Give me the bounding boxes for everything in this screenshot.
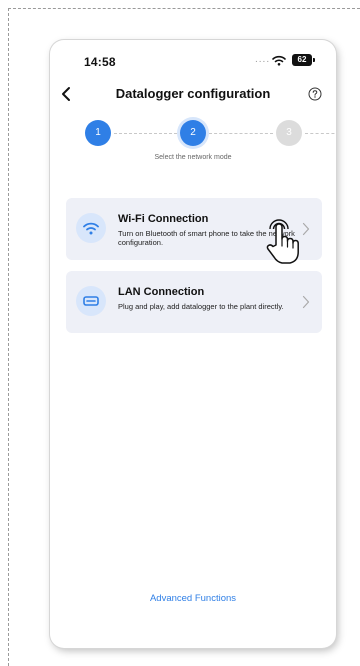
help-icon[interactable] <box>308 87 322 101</box>
status-time: 14:58 <box>84 55 116 69</box>
wifi-icon <box>83 222 99 234</box>
screenshot-border-top <box>8 8 360 9</box>
step-2-indicator: 2 <box>180 120 206 146</box>
step-caption: Select the network mode <box>154 154 232 161</box>
phone-screen: 14:58 .... 62 Datalogger configuration 1… <box>50 40 336 648</box>
ethernet-icon <box>83 296 99 306</box>
page-title: Datalogger configuration <box>115 86 271 101</box>
chevron-right-icon <box>302 295 310 309</box>
screenshot-border-left <box>8 8 9 666</box>
progress-stepper: 1 2 3 Select the network mode <box>50 120 336 170</box>
lan-option-description: Plug and play, add datalogger to the pla… <box>118 302 284 311</box>
lan-connection-option[interactable]: LAN Connection Plug and play, add datalo… <box>66 271 322 333</box>
step-connector <box>114 133 177 134</box>
lan-option-title: LAN Connection <box>118 286 205 298</box>
step-connector <box>209 133 273 134</box>
navigation-bar: Datalogger configuration <box>50 80 336 108</box>
step-3-indicator: 3 <box>276 120 302 146</box>
step-connector <box>305 133 336 134</box>
wifi-status-icon <box>272 55 286 66</box>
step-1-indicator: 1 <box>85 120 111 146</box>
wifi-option-title: Wi-Fi Connection <box>118 213 209 225</box>
wifi-icon-badge <box>76 213 106 243</box>
ethernet-icon-badge <box>76 286 106 316</box>
battery-icon: 62 <box>292 54 315 66</box>
hand-pointer-icon <box>266 219 299 264</box>
status-bar: 14:58 .... 62 <box>50 40 336 74</box>
advanced-functions-link[interactable]: Advanced Functions <box>50 593 336 604</box>
cellular-signal-icon: .... <box>255 54 271 65</box>
